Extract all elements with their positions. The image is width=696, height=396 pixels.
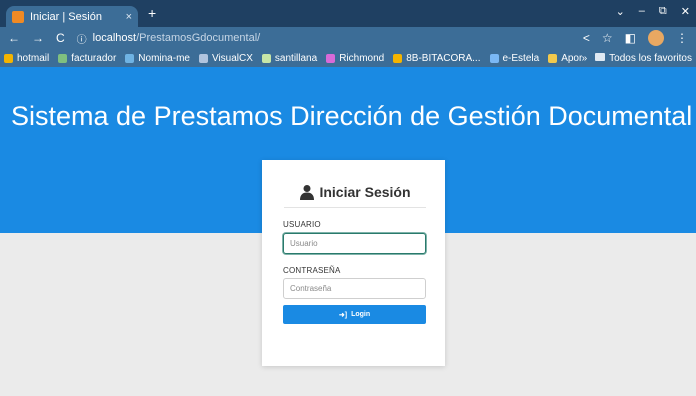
user-icon bbox=[300, 185, 315, 200]
z-icon bbox=[326, 53, 336, 63]
address-bar[interactable]: localhost/PrestamosGdocumental/ bbox=[93, 32, 261, 44]
site-info-icon[interactable]: ⓘ bbox=[77, 31, 87, 46]
folder-icon bbox=[595, 52, 606, 61]
bookmark-item[interactable]: hotmail bbox=[4, 53, 49, 64]
forward-icon[interactable]: → bbox=[32, 31, 44, 45]
window-controls: ⌄ – ⧉ ✕ bbox=[616, 5, 690, 18]
password-input[interactable] bbox=[283, 278, 426, 299]
login-card-header: Iniciar Sesión bbox=[284, 177, 426, 208]
s-icon bbox=[261, 53, 271, 63]
tab-title: Iniciar | Sesión bbox=[30, 10, 102, 23]
bookmarks-overflow-button[interactable]: » bbox=[582, 53, 588, 64]
bookmark-item[interactable]: Richmond bbox=[326, 53, 384, 64]
bookmark-item[interactable]: VisualCX bbox=[198, 53, 253, 64]
e-icon bbox=[489, 53, 499, 63]
arrow-icon bbox=[58, 53, 68, 63]
login-button-label: Login bbox=[351, 311, 371, 318]
login-button[interactable]: ➜] Login bbox=[283, 305, 426, 324]
browser-tab[interactable]: Iniciar | Sesión × bbox=[6, 6, 138, 27]
back-icon[interactable]: ← bbox=[8, 31, 20, 45]
browser-tabstrip: Iniciar | Sesión × + ⌄ – ⧉ ✕ bbox=[0, 0, 696, 27]
bookmarks-bar: hotmail facturador Nomina-me VisualCX sa… bbox=[0, 49, 696, 67]
tab-close-icon[interactable]: × bbox=[126, 11, 132, 23]
browser-toolbar: ← → C ⓘ localhost/PrestamosGdocumental/ … bbox=[0, 27, 696, 49]
bookmark-item[interactable]: facturador bbox=[58, 53, 116, 64]
bookmarks-right: » Todos los favoritos bbox=[581, 49, 692, 67]
cx-icon bbox=[198, 53, 208, 63]
bookmark-item[interactable]: 8B-BITACORA... bbox=[393, 53, 481, 64]
sidepanel-icon[interactable]: ◧ bbox=[625, 31, 636, 45]
new-tab-button[interactable]: + bbox=[148, 6, 156, 20]
page-content: Sistema de Prestamos Dirección de Gestió… bbox=[0, 67, 696, 396]
tab-search-icon[interactable]: ⌄ bbox=[616, 5, 625, 18]
bookmark-star-icon[interactable]: ☆ bbox=[602, 31, 613, 45]
username-label: USUARIO bbox=[283, 220, 321, 229]
username-input[interactable] bbox=[283, 233, 426, 254]
menu-dots-icon[interactable]: ⋮ bbox=[676, 31, 688, 45]
url-path: /PrestamosGdocumental/ bbox=[136, 32, 261, 44]
all-bookmarks-button[interactable]: Todos los favoritos bbox=[595, 52, 692, 64]
url-host: localhost bbox=[92, 32, 137, 44]
share-icon[interactable]: < bbox=[583, 31, 590, 45]
reload-icon[interactable]: C bbox=[56, 31, 65, 45]
n-icon bbox=[125, 53, 135, 63]
grid-icon bbox=[4, 53, 13, 63]
login-card: Iniciar Sesión USUARIO CONTRASEÑA ➜] Log… bbox=[262, 160, 445, 366]
page-title: Sistema de Prestamos Dirección de Gestió… bbox=[11, 101, 693, 131]
people-icon bbox=[548, 53, 558, 63]
tab-favicon-icon bbox=[12, 10, 24, 23]
bookmark-item[interactable]: e-Estela bbox=[489, 53, 539, 64]
minimize-button[interactable]: – bbox=[639, 5, 645, 18]
toolbar-actions: < ☆ ◧ ⋮ bbox=[583, 30, 688, 46]
profile-avatar[interactable] bbox=[648, 30, 664, 46]
close-window-button[interactable]: ✕ bbox=[681, 5, 690, 18]
restore-button[interactable]: ⧉ bbox=[659, 5, 667, 18]
bookmark-item[interactable]: Nomina-me bbox=[125, 53, 190, 64]
grid-icon bbox=[393, 53, 403, 63]
bookmark-item[interactable]: santillana bbox=[261, 53, 317, 64]
sign-in-icon: ➜] bbox=[338, 311, 348, 319]
login-title: Iniciar Sesión bbox=[319, 184, 411, 200]
password-label: CONTRASEÑA bbox=[283, 266, 341, 275]
